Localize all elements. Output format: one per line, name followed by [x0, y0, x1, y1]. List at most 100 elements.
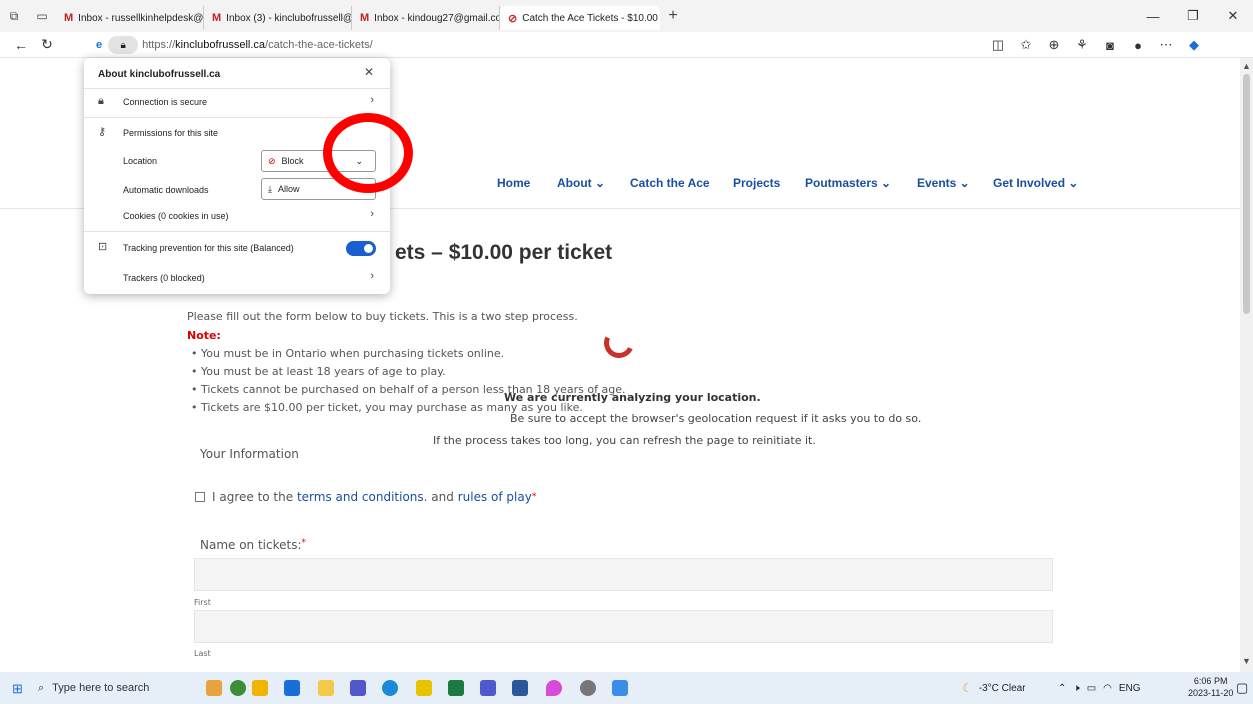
- weather-text: -3°C Clear: [978, 682, 1026, 694]
- teams-2-icon[interactable]: [480, 680, 496, 696]
- tab-title: Inbox - russellkinhelpdesk@gma: [78, 12, 204, 24]
- extensions-icon[interactable]: ⚘: [1068, 32, 1096, 58]
- network-icon[interactable]: ▭: [1087, 683, 1096, 694]
- terms-link[interactable]: terms and conditions: [297, 490, 424, 504]
- taskbar-search[interactable]: ⌕ Type here to search: [38, 672, 188, 704]
- back-icon[interactable]: ←: [8, 33, 34, 57]
- windows-start-icon[interactable]: ⊞: [12, 681, 23, 697]
- geo-title: We are currently analyzing your location…: [504, 391, 761, 404]
- tab-gmail-2[interactable]: M Inbox (3) - kinclubofrussell@gm ✕: [204, 6, 352, 30]
- more-menu-icon[interactable]: ⋯: [1152, 32, 1180, 58]
- widget-icon[interactable]: [206, 680, 222, 696]
- location-value: Block: [281, 156, 304, 166]
- rules-link[interactable]: rules of play: [458, 490, 532, 504]
- flame-app-icon[interactable]: [546, 680, 562, 696]
- tab-actions-icon[interactable]: ▭: [28, 0, 56, 32]
- word-icon[interactable]: [512, 680, 528, 696]
- weather-globe-icon[interactable]: [230, 680, 246, 696]
- file-explorer-icon[interactable]: [318, 680, 334, 696]
- agree-checkbox[interactable]: [195, 492, 205, 502]
- tab-gmail-3[interactable]: M Inbox - kindoug27@gmail.com - ✕: [352, 6, 500, 30]
- restore-button[interactable]: ❐: [1173, 0, 1213, 32]
- moon-icon: ☾: [962, 681, 973, 695]
- trackers-row[interactable]: Trackers (0 blocked): [84, 270, 390, 286]
- list-item: • You must be at least 18 years of age t…: [191, 365, 446, 378]
- edge-canary-icon[interactable]: [416, 680, 432, 696]
- split-screen-icon[interactable]: ◫: [984, 32, 1012, 58]
- scroll-thumb[interactable]: [1243, 74, 1250, 314]
- teams-icon[interactable]: [350, 680, 366, 696]
- notification-icon[interactable]: ▢: [1236, 680, 1248, 696]
- volume-muted-icon[interactable]: 🕨: [1073, 683, 1079, 694]
- page-title: ets – $10.00 per ticket: [395, 241, 613, 264]
- close-window-button[interactable]: ✕: [1213, 0, 1253, 32]
- excel-icon[interactable]: [448, 680, 464, 696]
- permissions-heading: Permissions for this site: [123, 128, 219, 138]
- search-placeholder: Type here to search: [52, 682, 150, 694]
- language-indicator[interactable]: ENG: [1119, 683, 1141, 694]
- nav-projects[interactable]: Projects: [733, 176, 780, 190]
- browser-essentials-icon[interactable]: ◙: [1096, 32, 1124, 58]
- url-path: /catch-the-ace-tickets/: [265, 39, 373, 51]
- page-scrollbar[interactable]: ▲ ▼: [1240, 58, 1253, 672]
- edge-taskbar-icon[interactable]: [382, 680, 398, 696]
- paint-icon[interactable]: [252, 680, 268, 696]
- nav-catch-the-ace[interactable]: Catch the Ace: [630, 176, 710, 190]
- last-name-field[interactable]: [194, 610, 1053, 643]
- system-tray[interactable]: ⌃ 🕨 ▭ ◠ ENG: [1058, 672, 1141, 704]
- profile-avatar[interactable]: ●: [1124, 32, 1152, 58]
- site-info-button[interactable]: 🔒︎: [108, 36, 139, 54]
- tracking-row: Tracking prevention for this site (Balan…: [84, 240, 390, 256]
- annotation-circle: [323, 113, 413, 193]
- tab-gmail-1[interactable]: M Inbox - russellkinhelpdesk@gma ✕: [56, 6, 204, 30]
- url-text: https://kinclubofrussell.ca/catch-the-ac…: [142, 39, 373, 51]
- weather-widget[interactable]: ☾ -3°C Clear: [962, 672, 1026, 704]
- workspaces-icon[interactable]: ⧉: [0, 0, 28, 32]
- required-mark: *: [301, 538, 307, 548]
- location-blocked-icon: ⊘: [268, 155, 276, 166]
- lock-icon: 🔒︎: [120, 39, 126, 51]
- first-name-field[interactable]: [194, 558, 1053, 591]
- edge-icon: e: [96, 39, 103, 51]
- collections-icon[interactable]: ⊕: [1040, 32, 1068, 58]
- gmail-icon: M: [64, 12, 74, 24]
- nav-home[interactable]: Home: [497, 176, 530, 190]
- location-label: Location: [123, 156, 158, 166]
- scroll-up-icon[interactable]: ▲: [1240, 61, 1253, 71]
- required-mark: *: [531, 492, 537, 502]
- tab-catch-the-ace[interactable]: ⊘ Catch the Ace Tickets - $10.00 pe ✕: [500, 6, 660, 30]
- cookies-row[interactable]: Cookies (0 cookies in use): [84, 208, 390, 224]
- url-box[interactable]: e 🔒︎ https://kinclubofrussell.ca/catch-t…: [96, 35, 946, 55]
- nav-poutmasters[interactable]: Poutmasters ⌄: [805, 176, 891, 190]
- nav-get-involved[interactable]: Get Involved ⌄: [993, 176, 1078, 190]
- photos-icon[interactable]: [612, 680, 628, 696]
- settings-icon[interactable]: [580, 680, 596, 696]
- copilot-icon[interactable]: ◆: [1180, 32, 1208, 58]
- taskbar: ⊞ ⌕ Type here to search ☾ -3°C Clear ⌃ 🕨…: [0, 672, 1253, 704]
- favorites-icon[interactable]: ✩: [1012, 32, 1040, 58]
- connection-row[interactable]: Connection is secure: [84, 94, 390, 110]
- chevron-right-icon[interactable]: ›: [370, 270, 374, 282]
- tab-strip: ⧉ ▭ M Inbox - russellkinhelpdesk@gma ✕ M…: [0, 0, 1253, 32]
- minimize-button[interactable]: —: [1133, 0, 1173, 32]
- close-icon[interactable]: ✕: [364, 65, 374, 79]
- agree-mid-text: . and: [423, 490, 454, 504]
- gmail-icon: M: [212, 12, 222, 24]
- url-prefix: https://: [142, 39, 176, 51]
- tracking-toggle[interactable]: [346, 241, 376, 256]
- agree-text: I agree to the: [212, 490, 294, 504]
- divider: [84, 231, 390, 232]
- chevron-right-icon[interactable]: ›: [370, 94, 374, 106]
- scroll-down-icon[interactable]: ▼: [1240, 656, 1253, 666]
- new-tab-button[interactable]: +: [660, 7, 686, 25]
- nav-events[interactable]: Events ⌄: [917, 176, 970, 190]
- clock[interactable]: 6:06 PM 2023-11-20: [1188, 675, 1233, 699]
- chevron-up-icon[interactable]: ⌃: [1058, 683, 1066, 694]
- mail-icon[interactable]: [284, 680, 300, 696]
- wifi-icon[interactable]: ◠: [1103, 683, 1112, 694]
- nav-about[interactable]: About ⌄: [557, 176, 605, 190]
- refresh-icon[interactable]: ↻: [34, 33, 60, 57]
- chevron-right-icon[interactable]: ›: [370, 208, 374, 220]
- site-favicon-icon: ⊘: [508, 12, 518, 25]
- name-on-tickets-label: Name on tickets:*: [200, 538, 306, 552]
